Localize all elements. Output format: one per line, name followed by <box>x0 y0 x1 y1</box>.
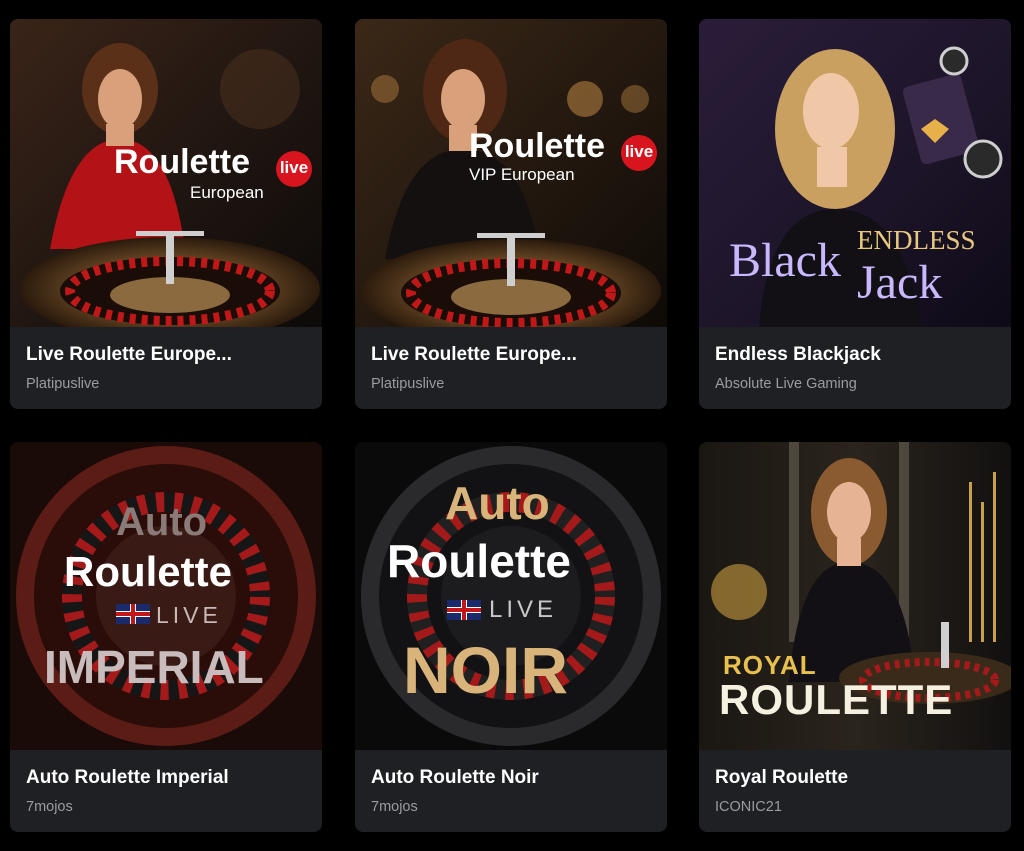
logo-sub-text: European <box>190 183 264 202</box>
game-card-live-roulette-vip-european[interactable]: Roulette live VIP European Live Roulette… <box>355 19 667 409</box>
game-card-auto-roulette-imperial[interactable]: Auto Roulette LIVE IMPERIAL Auto Roulett… <box>10 442 322 832</box>
game-thumbnail[interactable]: Auto Roulette LIVE NOIR <box>355 442 667 750</box>
logo-main-text: Roulette <box>114 143 250 181</box>
live-badge: live <box>276 151 312 187</box>
game-thumbnail[interactable]: Roulette live VIP European <box>355 19 667 327</box>
logo-main-text: ROULETTE <box>719 676 954 723</box>
logo-sub-text: NOIR <box>403 633 568 707</box>
game-title[interactable]: Royal Roulette <box>715 766 999 790</box>
game-provider: Platipuslive <box>371 376 445 392</box>
logo-main-text: Black <box>729 234 841 287</box>
logo-top-text: ENDLESS <box>857 225 976 255</box>
live-badge: LIVE <box>489 596 558 623</box>
logo-main-text: Roulette <box>64 548 232 595</box>
logo-main-text: Roulette <box>469 127 605 165</box>
game-card-live-roulette-european[interactable]: Roulette live European Live Roulette Eur… <box>10 19 322 409</box>
game-title[interactable]: Auto Roulette Imperial <box>26 766 310 790</box>
game-title[interactable]: Endless Blackjack <box>715 343 999 367</box>
game-title[interactable]: Auto Roulette Noir <box>371 766 655 790</box>
game-grid: Roulette live European Live Roulette Eur… <box>0 0 1024 851</box>
logo-sub-text: VIP European <box>469 165 575 184</box>
game-card-royal-roulette[interactable]: ROYAL ROULETTE Royal Roulette ICONIC21 <box>699 442 1011 832</box>
live-badge: live <box>621 135 657 171</box>
game-thumbnail[interactable]: ROYAL ROULETTE <box>699 442 1011 750</box>
game-provider: 7mojos <box>371 799 418 815</box>
logo-main-text: Roulette <box>387 535 571 587</box>
game-provider: 7mojos <box>26 799 73 815</box>
game-card-auto-roulette-noir[interactable]: Auto Roulette LIVE NOIR Auto Roulette No… <box>355 442 667 832</box>
game-provider: ICONIC21 <box>715 799 782 815</box>
live-badge: LIVE <box>156 602 222 628</box>
game-thumbnail[interactable]: Auto Roulette LIVE IMPERIAL <box>10 442 322 750</box>
game-title[interactable]: Live Roulette Europe... <box>371 343 655 367</box>
game-provider: Absolute Live Gaming <box>715 376 857 392</box>
logo-main-text-2: Jack <box>857 256 943 309</box>
game-title[interactable]: Live Roulette Europe... <box>26 343 310 367</box>
logo-sub-text: IMPERIAL <box>44 641 264 693</box>
game-thumbnail[interactable]: Roulette live European <box>10 19 322 327</box>
logo-top-text: Auto <box>445 477 550 529</box>
game-provider: Platipuslive <box>26 376 100 392</box>
game-card-endless-blackjack[interactable]: ENDLESS Black Jack Endless Blackjack Abs… <box>699 19 1011 409</box>
game-thumbnail[interactable]: ENDLESS Black Jack <box>699 19 1011 327</box>
logo-top-text: Auto <box>116 500 208 544</box>
